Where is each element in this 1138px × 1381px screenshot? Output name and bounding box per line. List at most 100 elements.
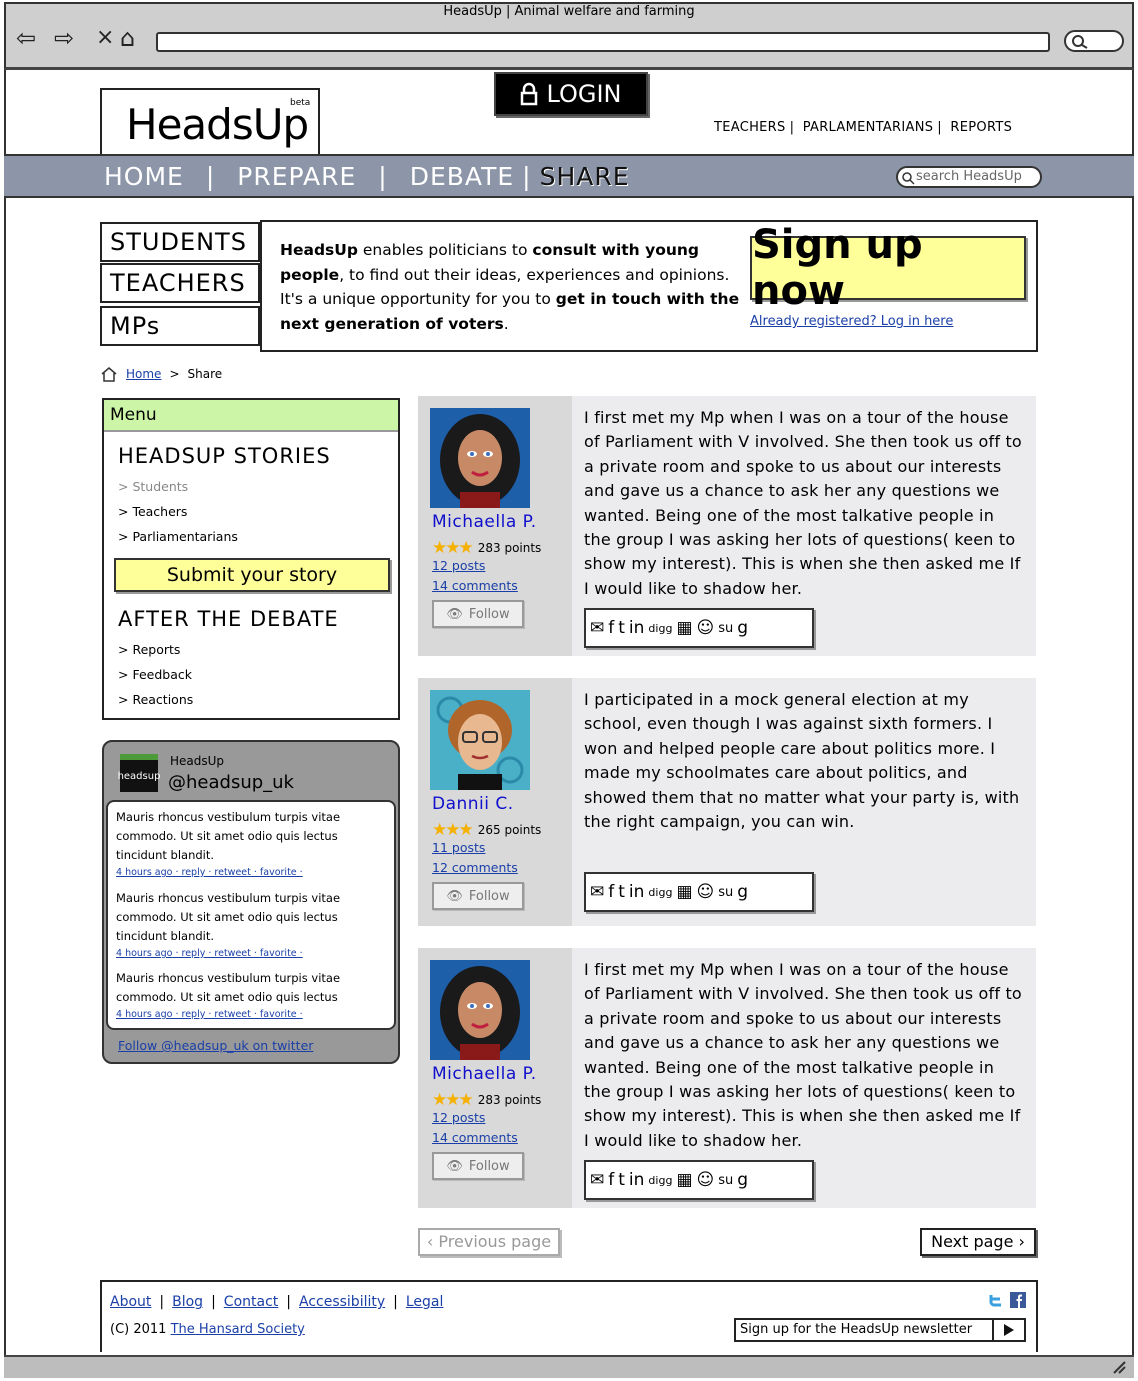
facebook-icon[interactable]: f [608,1170,614,1190]
posts-link[interactable]: 12 posts [432,558,485,573]
facebook-icon[interactable]: f [608,618,614,638]
tweet-actions[interactable]: 4 hours ago · reply · retweet · favorite… [116,946,392,962]
follow-button[interactable]: 👁 Follow [432,600,524,628]
next-page-button[interactable]: Next page › [920,1228,1036,1256]
tweet-list: Mauris rhoncus vestibulum turpis vitae c… [106,800,396,1030]
logo-text: HeadsUp [126,100,309,149]
menu-item-parliamentarians[interactable]: > Parliamentarians [118,529,238,544]
author-name[interactable]: Michaella P. [432,512,537,532]
twitter-follow-link[interactable]: Follow @headsup_uk on twitter [118,1038,313,1053]
reddit-icon[interactable]: ☺ [697,882,715,902]
digg-icon[interactable]: digg [648,622,672,635]
tab-mps[interactable]: MPs [100,306,260,346]
tweet-actions[interactable]: 4 hours ago · reply · retweet · favorite… [116,865,392,881]
twitter-handle[interactable]: @headsup_uk [168,772,294,793]
nav-home[interactable]: HOME [104,162,184,191]
close-icon[interactable]: × [96,25,114,50]
linkedin-icon[interactable]: in [629,882,645,902]
story-card: Dannii C. ★★★ 265 points 11 posts 12 comm… [418,678,1036,926]
footer-link-legal[interactable]: Legal [406,1294,444,1310]
google-icon[interactable]: g [737,618,748,638]
footer-link-contact[interactable]: Contact [224,1294,278,1310]
stumbleupon-icon[interactable]: su [718,1173,733,1188]
email-icon[interactable]: ✉ [590,882,604,902]
email-icon[interactable]: ✉ [590,618,604,638]
home-icon[interactable]: ⌂ [120,24,135,52]
tab-students[interactable]: STUDENTS [100,222,260,262]
story-text: I first met my Mp when I was on a tour o… [584,960,1022,1150]
comments-link[interactable]: 14 comments [432,578,518,593]
main-nav: HOME | PREPARE | DEBATE | SHARE search Head… [4,154,1134,198]
reddit-icon[interactable]: ☺ [697,1170,715,1190]
nav-debate[interactable]: DEBATE [410,162,514,191]
submit-story-button[interactable]: Submit your story [114,558,390,592]
menu-item-reactions[interactable]: > Reactions [118,692,193,707]
nav-prepare[interactable]: PREPARE [237,162,356,191]
breadcrumb: Home > Share [100,366,222,382]
menu-item-students[interactable]: > Students [118,479,188,494]
logo[interactable]: HeadsUp beta [100,88,320,154]
back-icon[interactable]: ⇦ [16,24,36,52]
beta-label: beta [290,98,311,108]
comments-link[interactable]: 12 comments [432,860,518,875]
linkedin-icon[interactable]: in [629,1170,645,1190]
delicious-icon[interactable]: ▦ [676,618,692,638]
browser-search-field[interactable] [1064,30,1124,52]
nav-share[interactable]: SHARE [540,162,630,191]
posts-link[interactable]: 11 posts [432,840,485,855]
forward-icon[interactable]: ⇨ [54,24,74,52]
url-bar[interactable] [156,32,1050,52]
menu-title: Menu [104,400,398,432]
twitter-icon[interactable] [988,1292,1004,1308]
footer-link-blog[interactable]: Blog [172,1294,203,1310]
menu-item-teachers[interactable]: > Teachers [118,504,187,519]
breadcrumb-home[interactable]: Home [126,367,161,381]
delicious-icon[interactable]: ▦ [676,882,692,902]
menu-item-feedback[interactable]: > Feedback [118,667,192,682]
window-title: HeadsUp | Animal welfare and farming [443,4,695,19]
top-link-parlamentarians[interactable]: PARLAMENTARIANS [803,120,934,135]
google-icon[interactable]: g [737,1170,748,1190]
tab-teachers[interactable]: TEACHERS [100,263,260,303]
twitter-icon[interactable]: t [618,1170,625,1190]
twitter-icon[interactable]: t [618,882,625,902]
previous-page-button[interactable]: ‹ Previous page [418,1228,560,1256]
login-link[interactable]: Already registered? Log in here [750,314,953,329]
facebook-icon[interactable] [1010,1292,1026,1308]
reddit-icon[interactable]: ☺ [697,618,715,638]
stumbleupon-icon[interactable]: su [718,885,733,900]
comments-link[interactable]: 14 comments [432,1130,518,1145]
tweet-actions[interactable]: 4 hours ago · reply · retweet · favorite… [116,1007,392,1023]
top-link-reports[interactable]: REPORTS [950,120,1012,135]
hansard-society-link[interactable]: The Hansard Society [171,1322,305,1337]
login-button[interactable]: LOGIN [494,72,648,116]
footer-link-accessibility[interactable]: Accessibility [299,1294,385,1310]
digg-icon[interactable]: digg [648,1174,672,1187]
author-name[interactable]: Dannii C. [432,794,514,814]
facebook-icon[interactable]: f [608,882,614,902]
follow-button[interactable]: 👁 Follow [432,1152,524,1180]
menu-item-reports[interactable]: > Reports [118,642,180,657]
signup-button[interactable]: Sign up now [750,222,1026,314]
twitter-icon[interactable]: t [618,618,625,638]
newsletter-submit-button[interactable] [992,1318,1026,1342]
footer-social [988,1292,1026,1308]
linkedin-icon[interactable]: in [629,618,645,638]
top-link-teachers[interactable]: TEACHERS [714,120,786,135]
top-links: TEACHERS | PARLAMENTARIANS | REPORTS [714,120,1013,135]
stumbleupon-icon[interactable]: su [718,621,733,636]
site-search-input[interactable]: search HeadsUp [896,166,1042,188]
follow-button[interactable]: 👁 Follow [432,882,524,910]
email-icon[interactable]: ✉ [590,1170,604,1190]
newsletter-input[interactable]: Sign up for the HeadsUp newsletter [734,1318,994,1342]
eye-icon: 👁 [446,606,463,622]
resize-grip-icon[interactable] [1112,1360,1126,1374]
delicious-icon[interactable]: ▦ [676,1170,692,1190]
posts-link[interactable]: 12 posts [432,1110,485,1125]
digg-icon[interactable]: digg [648,886,672,899]
footer-link-about[interactable]: About [110,1294,151,1310]
search-icon [902,172,915,185]
author-name[interactable]: Michaella P. [432,1064,537,1084]
google-icon[interactable]: g [737,882,748,902]
tweet: Mauris rhoncus vestibulum turpis vitae c… [116,969,392,1023]
